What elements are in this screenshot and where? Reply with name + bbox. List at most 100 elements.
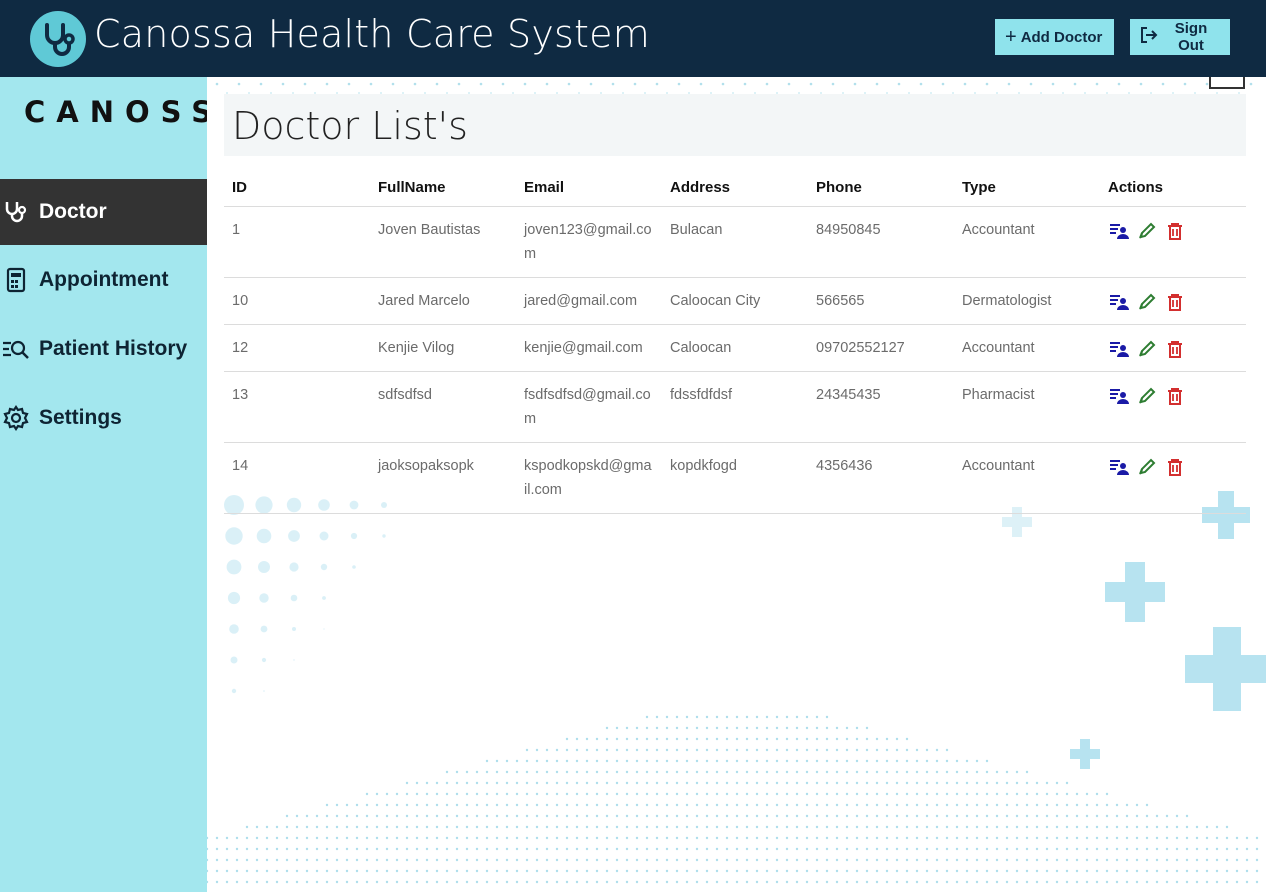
decor-dot xyxy=(885,759,889,763)
decor-dot xyxy=(975,858,979,862)
decor-dot xyxy=(525,858,529,862)
decor-dot xyxy=(207,880,209,884)
decor-dot xyxy=(705,792,709,796)
decor-dot xyxy=(1025,781,1029,785)
decor-dot xyxy=(855,803,859,807)
decor-dot xyxy=(545,770,549,774)
decor-dot xyxy=(1045,825,1049,829)
view-details-icon[interactable] xyxy=(1108,456,1130,478)
decor-dot xyxy=(475,836,479,840)
delete-trash-icon[interactable] xyxy=(1164,220,1186,242)
decor-dot xyxy=(523,82,527,86)
decor-dot xyxy=(325,836,329,840)
decor-dot xyxy=(835,825,839,829)
cell-address: Caloocan xyxy=(662,324,808,372)
decor-dot xyxy=(405,847,409,851)
decor-dot xyxy=(605,858,609,862)
decor-dot xyxy=(1235,858,1239,862)
decor-dot xyxy=(945,880,949,884)
edit-pencil-icon[interactable] xyxy=(1136,338,1158,360)
view-details-icon[interactable] xyxy=(1108,338,1130,360)
decor-dot xyxy=(315,814,319,818)
cell-fullname: Joven Bautistas xyxy=(370,206,516,278)
decor-dot xyxy=(1135,869,1139,873)
decor-dot xyxy=(895,836,899,840)
delete-trash-icon[interactable] xyxy=(1164,338,1186,360)
delete-trash-icon[interactable] xyxy=(1164,385,1186,407)
delete-trash-icon[interactable] xyxy=(1164,291,1186,313)
decor-dot xyxy=(1105,836,1109,840)
decor-dot xyxy=(665,792,669,796)
delete-trash-icon[interactable] xyxy=(1164,456,1186,478)
add-doctor-button[interactable]: + Add Doctor xyxy=(995,19,1114,55)
decor-dot xyxy=(465,781,469,785)
decor-dot xyxy=(715,781,719,785)
decor-dot xyxy=(315,869,319,873)
decor-dot xyxy=(505,880,509,884)
decor-dot xyxy=(735,880,739,884)
decor-dot xyxy=(725,770,729,774)
decor-dot xyxy=(995,847,999,851)
decor-dot xyxy=(525,748,529,752)
decor-dot xyxy=(865,748,869,752)
decor-dot xyxy=(795,814,799,818)
decor-dot xyxy=(1005,869,1009,873)
decor-dot xyxy=(445,869,449,873)
decor-dot xyxy=(795,825,799,829)
view-details-icon[interactable] xyxy=(1108,291,1130,313)
cell-phone: 84950845 xyxy=(808,206,954,278)
decor-dot xyxy=(745,847,749,851)
sign-out-button[interactable]: Sign Out xyxy=(1130,19,1230,55)
decor-dot xyxy=(275,825,279,829)
decor-dot xyxy=(855,792,859,796)
decor-dot xyxy=(925,748,929,752)
decor-dot xyxy=(699,82,703,86)
edit-pencil-icon[interactable] xyxy=(1136,385,1158,407)
edit-pencil-icon[interactable] xyxy=(1136,291,1158,313)
decor-dot xyxy=(795,770,799,774)
decor-dot xyxy=(735,825,739,829)
view-details-icon[interactable] xyxy=(1108,385,1130,407)
decor-dot xyxy=(945,814,949,818)
decor-dot xyxy=(225,858,229,862)
decor-dot xyxy=(565,781,569,785)
decor-dot xyxy=(625,869,629,873)
decor-dot xyxy=(925,759,929,763)
decor-dot xyxy=(995,770,999,774)
decor-dot xyxy=(465,869,469,873)
decor-dot xyxy=(1155,847,1159,851)
sidebar-item-settings[interactable]: Settings xyxy=(0,385,207,451)
decor-dot xyxy=(825,814,829,818)
decor-dot xyxy=(575,737,579,741)
decor-dot xyxy=(495,759,499,763)
decor-dot xyxy=(835,770,839,774)
decor-dot xyxy=(735,792,739,796)
decor-dot xyxy=(855,836,859,840)
decor-dot xyxy=(955,880,959,884)
sign-out-label: Sign Out xyxy=(1174,20,1208,54)
decor-dot xyxy=(323,628,325,630)
decor-dot xyxy=(515,759,519,763)
decor-dot xyxy=(905,880,909,884)
decor-dot xyxy=(455,803,459,807)
decor-dot xyxy=(425,847,429,851)
edit-pencil-icon[interactable] xyxy=(1136,456,1158,478)
sidebar-item-doctor[interactable]: Doctor xyxy=(0,179,207,245)
decor-dot xyxy=(455,836,459,840)
sidebar-item-label: Doctor xyxy=(39,200,107,223)
decor-dot xyxy=(905,737,909,741)
sidebar-item-patient-history[interactable]: Patient History xyxy=(0,316,207,382)
decor-dot xyxy=(815,880,819,884)
edit-pencil-icon[interactable] xyxy=(1136,220,1158,242)
decor-dot xyxy=(255,869,259,873)
decor-dot xyxy=(905,847,909,851)
decor-dot xyxy=(505,814,509,818)
decor-dot xyxy=(261,657,267,663)
sidebar-item-appointment[interactable]: Appointment xyxy=(0,247,207,313)
decor-dot xyxy=(955,781,959,785)
decor-dot xyxy=(875,858,879,862)
view-details-icon[interactable] xyxy=(1108,220,1130,242)
decor-dot xyxy=(705,858,709,862)
decor-dot xyxy=(975,814,979,818)
decor-dot xyxy=(1255,869,1259,873)
